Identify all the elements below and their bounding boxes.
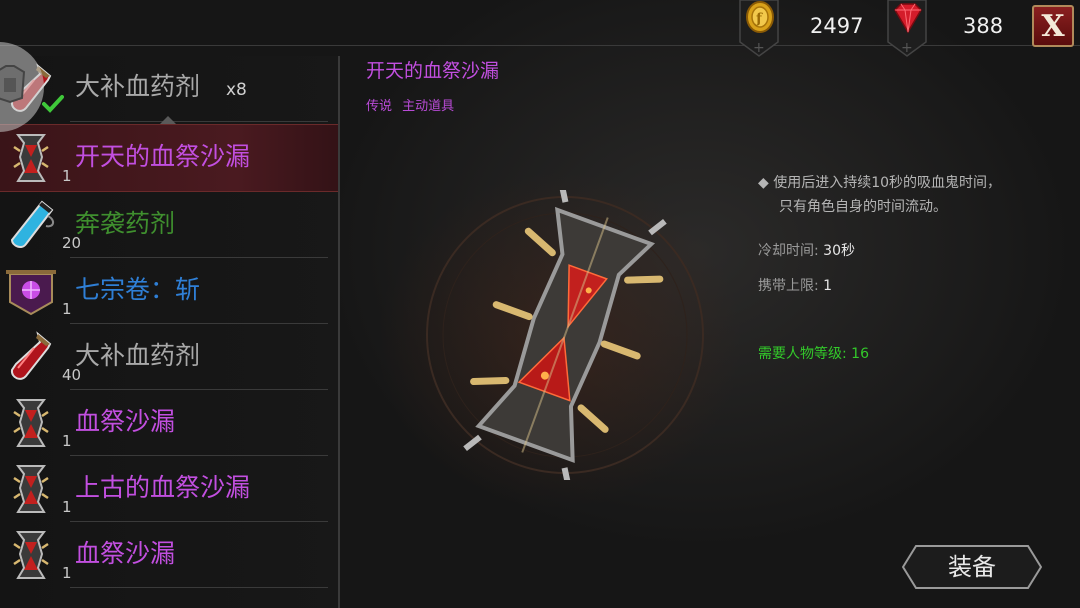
item-quantity: x8 [226,80,247,100]
item-name: 大补血药剂 [75,341,201,370]
list-item[interactable]: 血祭沙漏 1 [0,390,330,456]
item-type: 主动道具 [402,99,455,114]
carry-limit-value: 1 [823,278,833,294]
item-detail-title: 开天的血祭沙漏 [366,60,500,82]
cooldown-value: 30秒 [823,243,855,259]
list-item[interactable]: 大补血药剂 40 [0,324,330,390]
list-item[interactable]: 七宗卷：斩 1 [0,258,330,324]
item-name: 大补血药剂 [75,72,201,101]
equipped-item-row[interactable]: 大补血药剂 x8 [0,56,330,122]
blood-hourglass-artwork [426,190,704,480]
list-item[interactable]: 血祭沙漏 1 [0,522,330,588]
cooldown-row: 冷却时间: 30秒 [758,240,855,260]
purple-scroll-icon [6,270,56,316]
item-count: 1 [62,432,72,450]
health-potion-icon [10,331,52,380]
selection-pointer [160,116,176,124]
blood-hourglass-icon [13,399,49,447]
blood-hourglass-icon [13,531,49,579]
list-item[interactable]: 奔袭药剂 20 [0,192,330,258]
svg-text:+: + [753,40,765,56]
blood-hourglass-icon [13,465,49,513]
cooldown-label: 冷却时间: [758,243,824,259]
list-item[interactable]: 开天的血祭沙漏 1 [0,124,338,192]
item-count: 1 [62,300,72,318]
item-count: 20 [62,234,82,252]
item-name: 上古的血祭沙漏 [75,473,251,502]
level-requirement: 需要人物等级: 16 [758,346,869,362]
check-icon [42,95,64,113]
gem-amount: 388 [963,14,1004,38]
divider [70,587,328,588]
blue-vial-icon [10,200,54,248]
ruby-gem-icon: + [887,0,927,57]
item-name: 血祭沙漏 [75,407,176,436]
description-line: ◆ 使用后进入持续10秒的吸血鬼时间， [758,175,1002,191]
close-button[interactable]: X [1032,5,1074,47]
item-name: 开天的血祭沙漏 [75,142,251,171]
item-name: 血祭沙漏 [75,539,176,568]
svg-text:+: + [901,40,913,56]
gold-coin-icon: ƒ + [739,0,779,57]
item-count: 40 [62,366,82,384]
item-rarity: 传说 [366,99,393,114]
item-count: 1 [62,167,72,185]
blood-hourglass-icon [13,134,49,182]
item-detail-subtitle: 传说 主动道具 [366,95,454,114]
equip-label: 装备 [948,553,996,581]
description-line: 只有角色自身的时间流动。 [779,199,947,215]
item-name: 七宗卷：斩 [75,275,201,304]
armor-icon [0,65,26,104]
gold-slot[interactable]: ƒ + [738,0,780,60]
carry-limit-row: 携带上限: 1 [758,275,832,295]
list-item[interactable]: 上古的血祭沙漏 1 [0,456,330,522]
item-count: 1 [62,498,72,516]
divider [70,121,328,122]
equip-button[interactable]: 装备 [902,545,1042,589]
item-name: 奔袭药剂 [75,209,176,238]
gold-amount: 2497 [810,14,864,38]
carry-limit-label: 携带上限: [758,278,824,294]
svg-text:ƒ: ƒ [754,11,763,27]
inventory-list[interactable]: 大补血药剂 x8 开天的血祭沙漏 1 奔袭药剂 20 七宗卷：斩 1 大补血药剂… [0,56,340,608]
inventory-screen: ƒ + 2497 + 388 X 大补血药剂 x8 开天的血祭沙漏 1 奔袭药剂… [0,0,1080,608]
item-count: 1 [62,564,72,582]
item-description: ◆ 使用后进入持续10秒的吸血鬼时间， 只有角色自身的时间流动。 [758,171,1001,219]
gem-slot[interactable]: + [886,0,928,60]
